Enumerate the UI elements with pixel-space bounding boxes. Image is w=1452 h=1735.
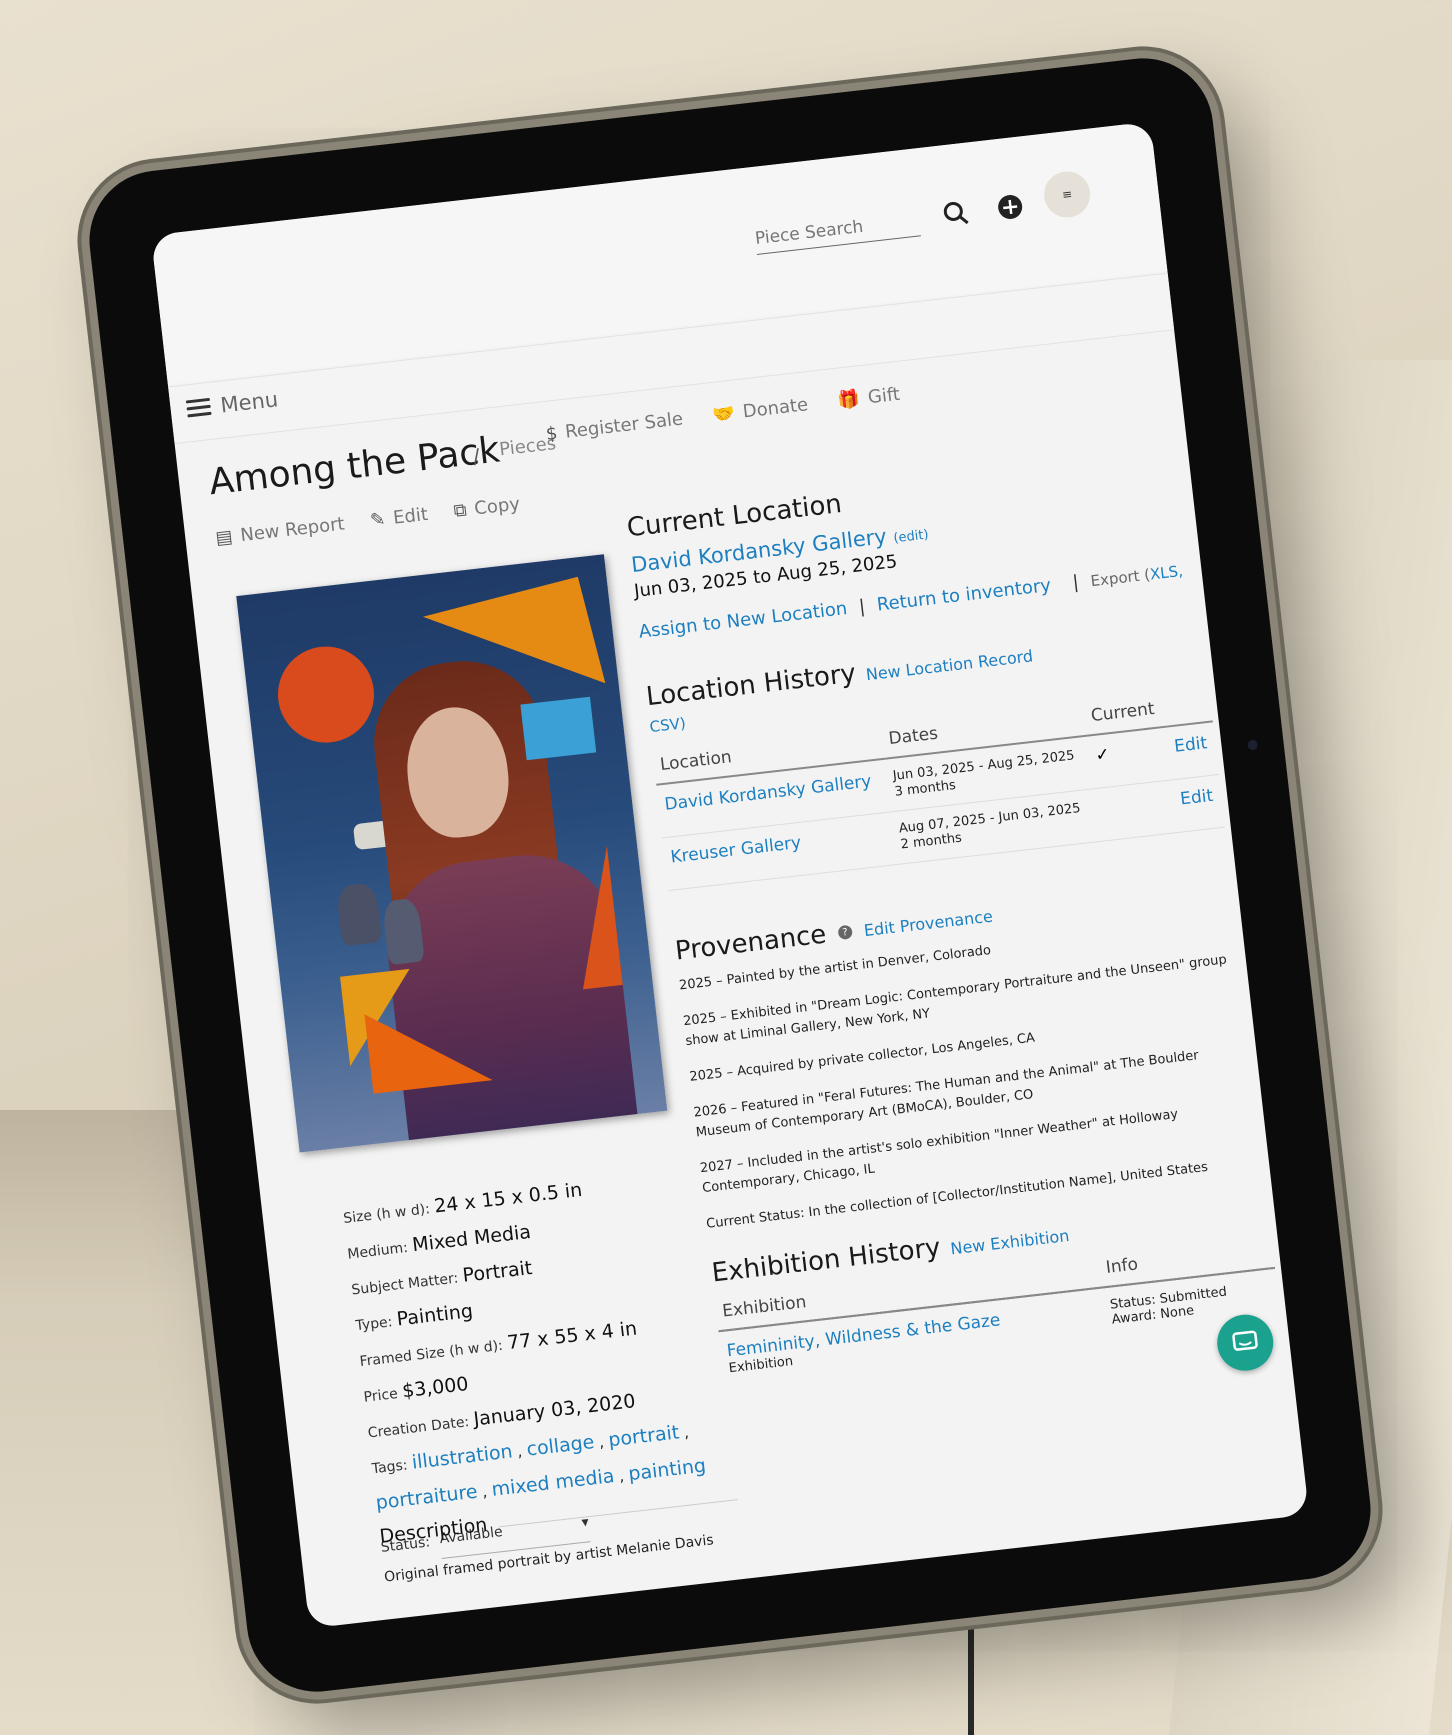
donate-button[interactable]: 🤝 Donate (712, 394, 810, 426)
gift-icon: 🎁 (836, 388, 862, 412)
dollar-icon: $ (544, 422, 559, 445)
location-link[interactable]: Kreuser Gallery (670, 833, 803, 868)
piece-search-input[interactable] (754, 210, 921, 249)
current-check-icon: ✓ (1087, 726, 1173, 789)
separator: | (1071, 571, 1080, 594)
page-title: Among the Pack (206, 429, 502, 504)
return-to-inventory-link[interactable]: Return to inventory (876, 575, 1052, 616)
current-cell (1093, 779, 1179, 842)
copy-button[interactable]: ⧉ Copy (453, 493, 521, 521)
report-icon: ▤ (214, 526, 234, 550)
register-sale-button[interactable]: $ Register Sale (545, 408, 684, 444)
right-column: Current Location David Kordansky Gallery… (625, 450, 1281, 1387)
add-circle-icon[interactable] (991, 188, 1029, 226)
edit-row-link[interactable]: Edit (1173, 733, 1208, 757)
help-icon[interactable]: ? (837, 924, 853, 941)
export-label: Export (XLS, (1089, 561, 1184, 590)
camera-icon (1247, 739, 1259, 751)
tablet-bezel: ≡ Menu Among the Pack / Pieces $ Registe… (82, 50, 1378, 1700)
copy-icon: ⧉ (452, 499, 468, 522)
edit-row-link[interactable]: Edit (1179, 786, 1214, 810)
artwork-image[interactable] (236, 554, 668, 1153)
menu-button[interactable]: Menu (185, 387, 279, 421)
menu-label: Menu (219, 387, 280, 418)
new-report-button[interactable]: ▤ New Report (214, 513, 345, 549)
new-exhibition-link[interactable]: New Exhibition (949, 1226, 1070, 1258)
tablet-screen: ≡ Menu Among the Pack / Pieces $ Registe… (150, 121, 1310, 1629)
tag-link[interactable]: mixed media (490, 1465, 615, 1501)
piece-search-field[interactable] (753, 208, 921, 255)
hamburger-icon (185, 397, 212, 419)
separator: | (857, 596, 867, 618)
provenance-list: 2025 – Painted by the artist in Denver, … (678, 913, 1264, 1235)
chat-icon (1232, 1330, 1258, 1351)
handshake-icon: 🤝 (711, 402, 737, 426)
edit-provenance-link[interactable]: Edit Provenance (863, 906, 994, 940)
export-xls-link[interactable]: XLS, (1149, 561, 1184, 583)
avatar-logo-icon: ≡ (1061, 186, 1073, 202)
assign-new-location-link[interactable]: Assign to New Location (638, 598, 849, 643)
tag-link[interactable]: illustration (411, 1440, 514, 1473)
tag-link[interactable]: painting (627, 1455, 707, 1486)
actions-row-2: ▤ New Report ✎ Edit ⧉ Copy (214, 493, 521, 549)
current-location-edit-link[interactable]: (edit) (893, 527, 930, 546)
tag-link[interactable]: portraiture (375, 1481, 479, 1514)
gift-button[interactable]: 🎁 Gift (837, 384, 901, 412)
tablet-device: ≡ Menu Among the Pack / Pieces $ Registe… (82, 50, 1378, 1700)
dropdown-arrow-icon: ▾ (580, 1514, 590, 1531)
search-icon[interactable] (937, 194, 975, 232)
tag-link[interactable]: collage (525, 1431, 595, 1461)
column-header (1161, 684, 1213, 727)
avatar[interactable]: ≡ (1041, 169, 1093, 220)
pencil-icon: ✎ (369, 508, 387, 532)
provenance-heading: Provenance (673, 919, 828, 967)
tag-link[interactable]: portrait (607, 1421, 680, 1451)
edit-button[interactable]: ✎ Edit (369, 504, 429, 531)
